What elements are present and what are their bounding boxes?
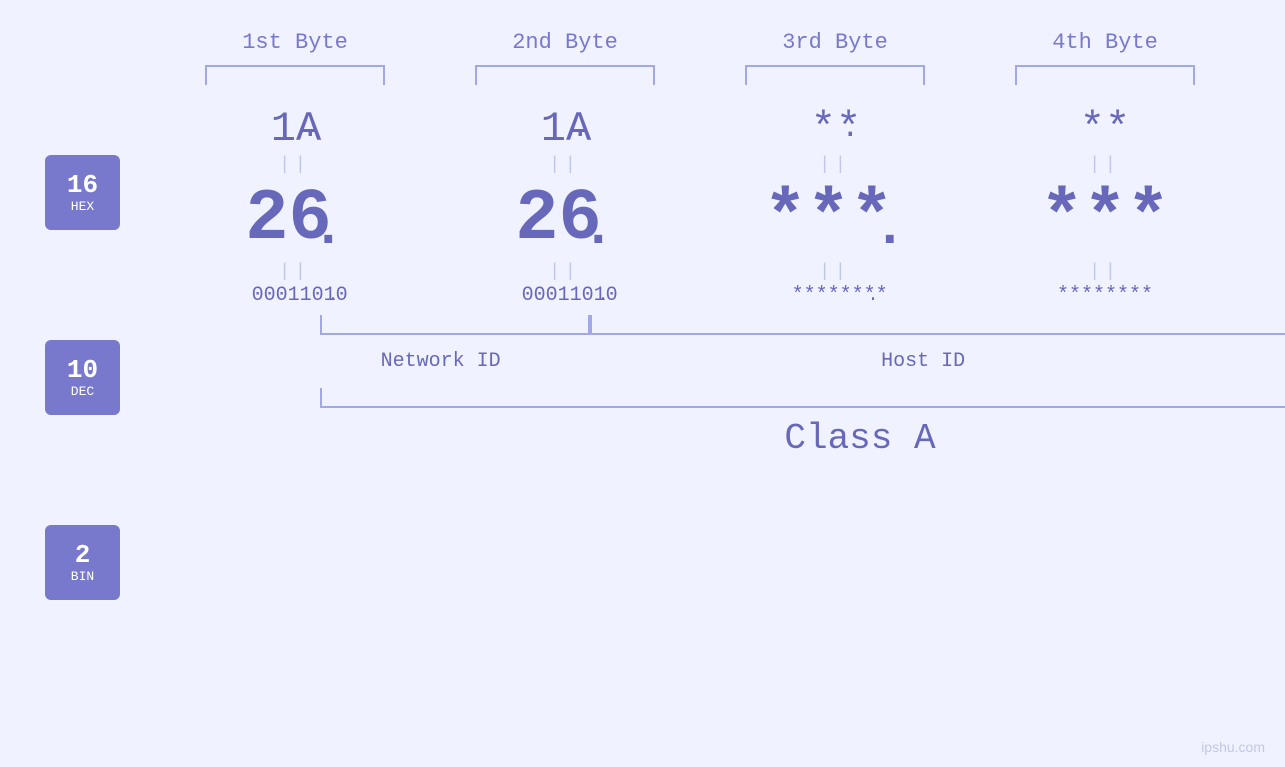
hex-base-box: 16 HEX [45,155,120,230]
sep-1-3: || [700,153,970,177]
bin-dot-2: . [598,286,609,306]
bracket-cell-2 [430,65,700,85]
hex-value-row: 1A . 1A . ** . ** [160,105,1285,153]
watermark: ipshu.com [1201,739,1265,755]
bin-value-row: 00011010 . 00011010 . ******** . *******… [160,284,1285,307]
byte-header-1: 1st Byte [160,30,430,55]
host-bracket [590,315,1285,335]
hex-cell-2: 1A . [430,105,700,153]
hex-cell-4: ** [970,105,1240,153]
bracket-cell-4 [970,65,1240,85]
byte-headers: 1st Byte 2nd Byte 3rd Byte 4th Byte [160,30,1285,55]
bracket-1 [205,65,385,85]
full-bracket [320,388,1285,408]
dec-name: DEC [71,384,94,399]
byte-header-2: 2nd Byte [430,30,700,55]
dec-cell-2: 26 . [430,177,700,260]
sep-2-4: || [970,260,1240,284]
host-id-label: Host ID [561,350,1285,373]
dec-cell-3: *** . [700,177,970,260]
sep-2-3: || [700,260,970,284]
dec-dot-1: . [312,197,345,260]
bracket-4 [1015,65,1195,85]
bin-number: 2 [75,541,91,570]
bin-cell-2: 00011010 . [430,284,700,307]
hex-val-4: ** [1080,105,1130,153]
dec-val-4: *** [1040,178,1170,260]
id-labels: Network ID Host ID [320,350,1285,373]
full-bracket-row [320,388,1285,408]
content-area: 1A . 1A . ** . ** || || || || 26 [160,105,1285,459]
dec-base-box: 10 DEC [45,340,120,415]
sep-1-1: || [160,153,430,177]
bin-cell-3: ******** . [700,284,970,307]
base-labels: 16 HEX 10 DEC 2 BIN [45,155,120,600]
bin-dot-3: . [868,286,879,306]
hex-cell-1: 1A . [160,105,430,153]
bin-cell-1: 00011010 . [160,284,430,307]
equals-row-2: || || || || [160,260,1285,284]
dec-number: 10 [67,356,98,385]
hex-dot-2: . [571,112,589,146]
byte-header-4: 4th Byte [970,30,1240,55]
hex-cell-3: ** . [700,105,970,153]
bottom-brackets [320,315,1285,345]
sep-1-4: || [970,153,1240,177]
bracket-2 [475,65,655,85]
bracket-3 [745,65,925,85]
bin-base-box: 2 BIN [45,525,120,600]
class-label: Class A [320,418,1285,459]
dec-value-row: 26 . 26 . *** . *** [160,177,1285,260]
top-bracket-row [160,65,1285,85]
dec-cell-4: *** [970,178,1240,260]
bin-cell-4: ******** [970,284,1240,307]
network-bracket [320,315,590,335]
main-container: 1st Byte 2nd Byte 3rd Byte 4th Byte 16 H… [0,0,1285,767]
hex-dot-1: . [301,112,319,146]
hex-name: HEX [71,199,94,214]
bracket-cell-3 [700,65,970,85]
bin-dot-1: . [328,286,339,306]
byte-header-3: 3rd Byte [700,30,970,55]
hex-number: 16 [67,171,98,200]
sep-1-2: || [430,153,700,177]
bracket-cell-1 [160,65,430,85]
bin-val-4: ******** [1057,284,1153,307]
network-id-label: Network ID [320,350,561,373]
sep-2-2: || [430,260,700,284]
bin-name: BIN [71,569,94,584]
dec-dot-3: . [873,197,906,260]
sep-2-1: || [160,260,430,284]
dec-dot-2: . [582,197,615,260]
hex-dot-3: . [841,112,859,146]
dec-cell-1: 26 . [160,177,430,260]
equals-row-1: || || || || [160,153,1285,177]
